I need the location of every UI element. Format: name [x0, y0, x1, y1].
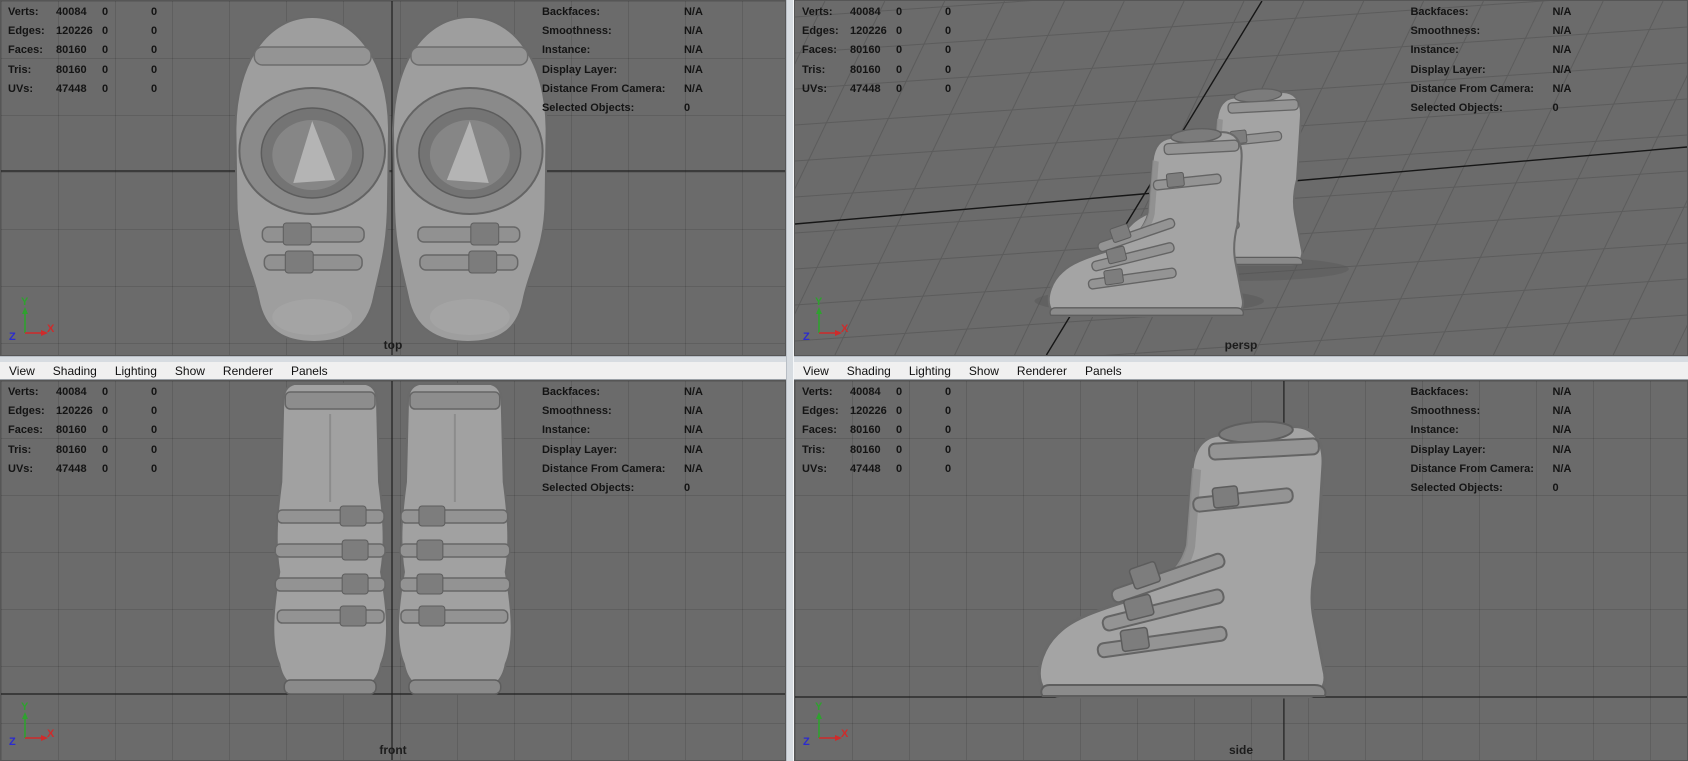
hud-row-selected-objects: Selected Objects: 0: [541, 482, 691, 495]
menu-lighting[interactable]: Lighting: [106, 364, 166, 378]
hud-row-backfaces: Backfaces: N/A: [541, 6, 703, 18]
front-pane: View Shading Lighting Show Renderer Pane…: [0, 362, 786, 761]
hud-row-tris: Tris: 80160 0 0: [802, 63, 952, 76]
hud-row-display-layer: Display Layer: N/A: [541, 443, 703, 456]
hud-row-tris: Tris: 80160 0 0: [802, 443, 952, 456]
hud-row-verts: Verts: 40084 0 0: [8, 6, 158, 18]
hud-row-selected-objects: Selected Objects: 0: [1410, 482, 1559, 495]
hud-row-smoothness: Smoothness: N/A: [1410, 405, 1572, 418]
hud-row-backfaces: Backfaces: N/A: [1410, 6, 1572, 18]
axis-y-label: Y: [21, 701, 29, 713]
hud-row-uvs: UVs: 47448 0 0: [8, 462, 158, 475]
menu-shading[interactable]: Shading: [44, 364, 106, 378]
hud-row-faces: Faces: 80160 0 0: [802, 44, 952, 57]
axis-x-label: X: [841, 323, 849, 335]
viewport-name-label: top: [383, 338, 403, 352]
menu-lighting[interactable]: Lighting: [900, 364, 960, 378]
viewport-side: Verts: 40084 0 0 Edges: 120226 0 0 Faces: 80160…: [794, 380, 1688, 761]
menu-show[interactable]: Show: [166, 364, 214, 378]
axis-y-label: Y: [21, 296, 29, 308]
hud-row-faces: Faces: 80160 0 0: [8, 424, 158, 437]
axis-x-label: X: [47, 323, 55, 335]
menu-shading[interactable]: Shading: [838, 364, 900, 378]
hud-row-selected-objects: Selected Objects: 0: [541, 102, 691, 115]
maya-four-view-layout: Verts: 40084 0 0 Edges: 120226 0 0 Faces: 80160…: [0, 0, 1688, 761]
side-pane: View Shading Lighting Show Renderer Pane…: [794, 362, 1688, 761]
hud-row-smoothness: Smoothness: N/A: [1410, 25, 1572, 38]
object-details-hud: Backfaces: N/A Smoothness: N/A Instance: N/…: [542, 383, 703, 498]
hud-row-instance: Instance: N/A: [541, 424, 703, 437]
hud-row-uvs: UVs: 47448 0 0: [802, 82, 952, 95]
hud-row-distance-from-camera: Distance From Camera: N/A: [541, 82, 703, 95]
hud-row-distance-from-camera: Distance From Camera: N/A: [1410, 82, 1572, 95]
hud-row-instance: Instance: N/A: [541, 44, 703, 57]
hud-row-distance-from-camera: Distance From Camera: N/A: [1410, 462, 1572, 475]
object-details-hud: Backfaces: N/A Smoothness: N/A Instance: N/…: [1410, 3, 1571, 118]
axis-y-label: Y: [815, 701, 823, 713]
hud-row-instance: Instance: N/A: [1410, 44, 1572, 57]
hud-row-edges: Edges: 120226 0 0: [8, 25, 158, 38]
menu-panels[interactable]: Panels: [1076, 364, 1131, 378]
axis-y-label: Y: [815, 296, 823, 308]
menu-panels[interactable]: Panels: [282, 364, 337, 378]
menu-view[interactable]: View: [794, 364, 838, 378]
polycount-hud: Verts: 40084 0 0 Edges: 120226 0 0 Faces: 80160…: [8, 383, 157, 479]
hud-row-verts: Verts: 40084 0 0: [802, 6, 952, 18]
hud-row-edges: Edges: 120226 0 0: [802, 25, 952, 38]
menu-renderer[interactable]: Renderer: [1008, 364, 1076, 378]
viewport-front: Verts: 40084 0 0 Edges: 120226 0 0 Faces: 80160…: [0, 380, 786, 761]
hud-row-backfaces: Backfaces: N/A: [541, 386, 703, 398]
hud-row-edges: Edges: 120226 0 0: [8, 405, 158, 418]
polycount-hud: Verts: 40084 0 0 Edges: 120226 0 0 Faces: 80160…: [8, 3, 157, 99]
viewport-name-label: persp: [1224, 338, 1258, 352]
viewport-name-label: front: [379, 743, 407, 757]
hud-row-display-layer: Display Layer: N/A: [1410, 443, 1572, 456]
pane-divider-vertical[interactable]: [786, 0, 794, 761]
hud-row-smoothness: Smoothness: N/A: [541, 25, 703, 38]
menu-show[interactable]: Show: [960, 364, 1008, 378]
hud-row-selected-objects: Selected Objects: 0: [1410, 102, 1559, 115]
hud-row-verts: Verts: 40084 0 0: [8, 386, 158, 398]
object-details-hud: Backfaces: N/A Smoothness: N/A Instance: N/…: [542, 3, 703, 118]
hud-row-uvs: UVs: 47448 0 0: [8, 82, 158, 95]
hud-row-smoothness: Smoothness: N/A: [541, 405, 703, 418]
panel-menubar: View Shading Lighting Show Renderer Pane…: [794, 362, 1688, 380]
hud-row-backfaces: Backfaces: N/A: [1410, 386, 1572, 398]
hud-row-display-layer: Display Layer: N/A: [541, 63, 703, 76]
viewport-top: Verts: 40084 0 0 Edges: 120226 0 0 Faces: 80160…: [0, 0, 786, 356]
hud-row-verts: Verts: 40084 0 0: [802, 386, 952, 398]
hud-row-faces: Faces: 80160 0 0: [802, 424, 952, 437]
panel-menubar: View Shading Lighting Show Renderer Pane…: [0, 362, 786, 380]
viewport-persp: Verts: 40084 0 0 Edges: 120226 0 0 Faces: 80160…: [794, 0, 1688, 356]
viewport-name-label: side: [1228, 743, 1253, 757]
object-details-hud: Backfaces: N/A Smoothness: N/A Instance: N/…: [1410, 383, 1571, 498]
hud-row-uvs: UVs: 47448 0 0: [802, 462, 952, 475]
polycount-hud: Verts: 40084 0 0 Edges: 120226 0 0 Faces: 80160…: [802, 383, 951, 479]
menu-view[interactable]: View: [0, 364, 44, 378]
hud-row-tris: Tris: 80160 0 0: [8, 443, 158, 456]
hud-row-faces: Faces: 80160 0 0: [8, 44, 158, 57]
hud-row-edges: Edges: 120226 0 0: [802, 405, 952, 418]
axis-x-label: X: [841, 728, 849, 740]
polycount-hud: Verts: 40084 0 0 Edges: 120226 0 0 Faces: 80160…: [802, 3, 951, 99]
hud-row-display-layer: Display Layer: N/A: [1410, 63, 1572, 76]
hud-row-distance-from-camera: Distance From Camera: N/A: [541, 462, 703, 475]
menu-renderer[interactable]: Renderer: [214, 364, 282, 378]
axis-x-label: X: [47, 728, 55, 740]
hud-row-instance: Instance: N/A: [1410, 424, 1572, 437]
hud-row-tris: Tris: 80160 0 0: [8, 63, 158, 76]
